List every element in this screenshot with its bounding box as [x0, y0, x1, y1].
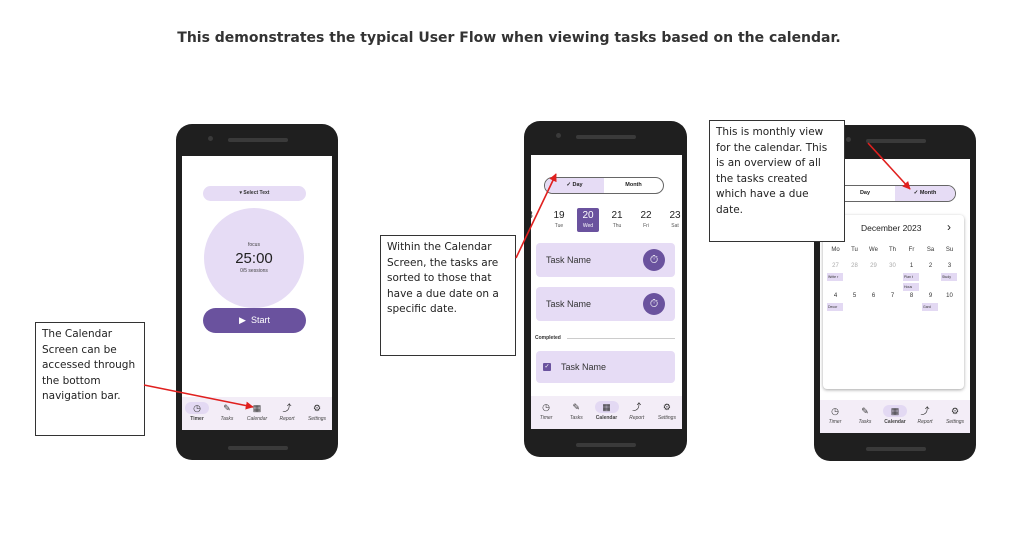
annotation-arrows	[143, 142, 911, 410]
arrow-to-month-toggle	[867, 142, 911, 190]
diagram-canvas: This demonstrates the typical User Flow …	[0, 0, 1018, 534]
arrow-to-nav-bar	[143, 384, 254, 410]
arrow-to-day-toggle	[515, 173, 557, 259]
